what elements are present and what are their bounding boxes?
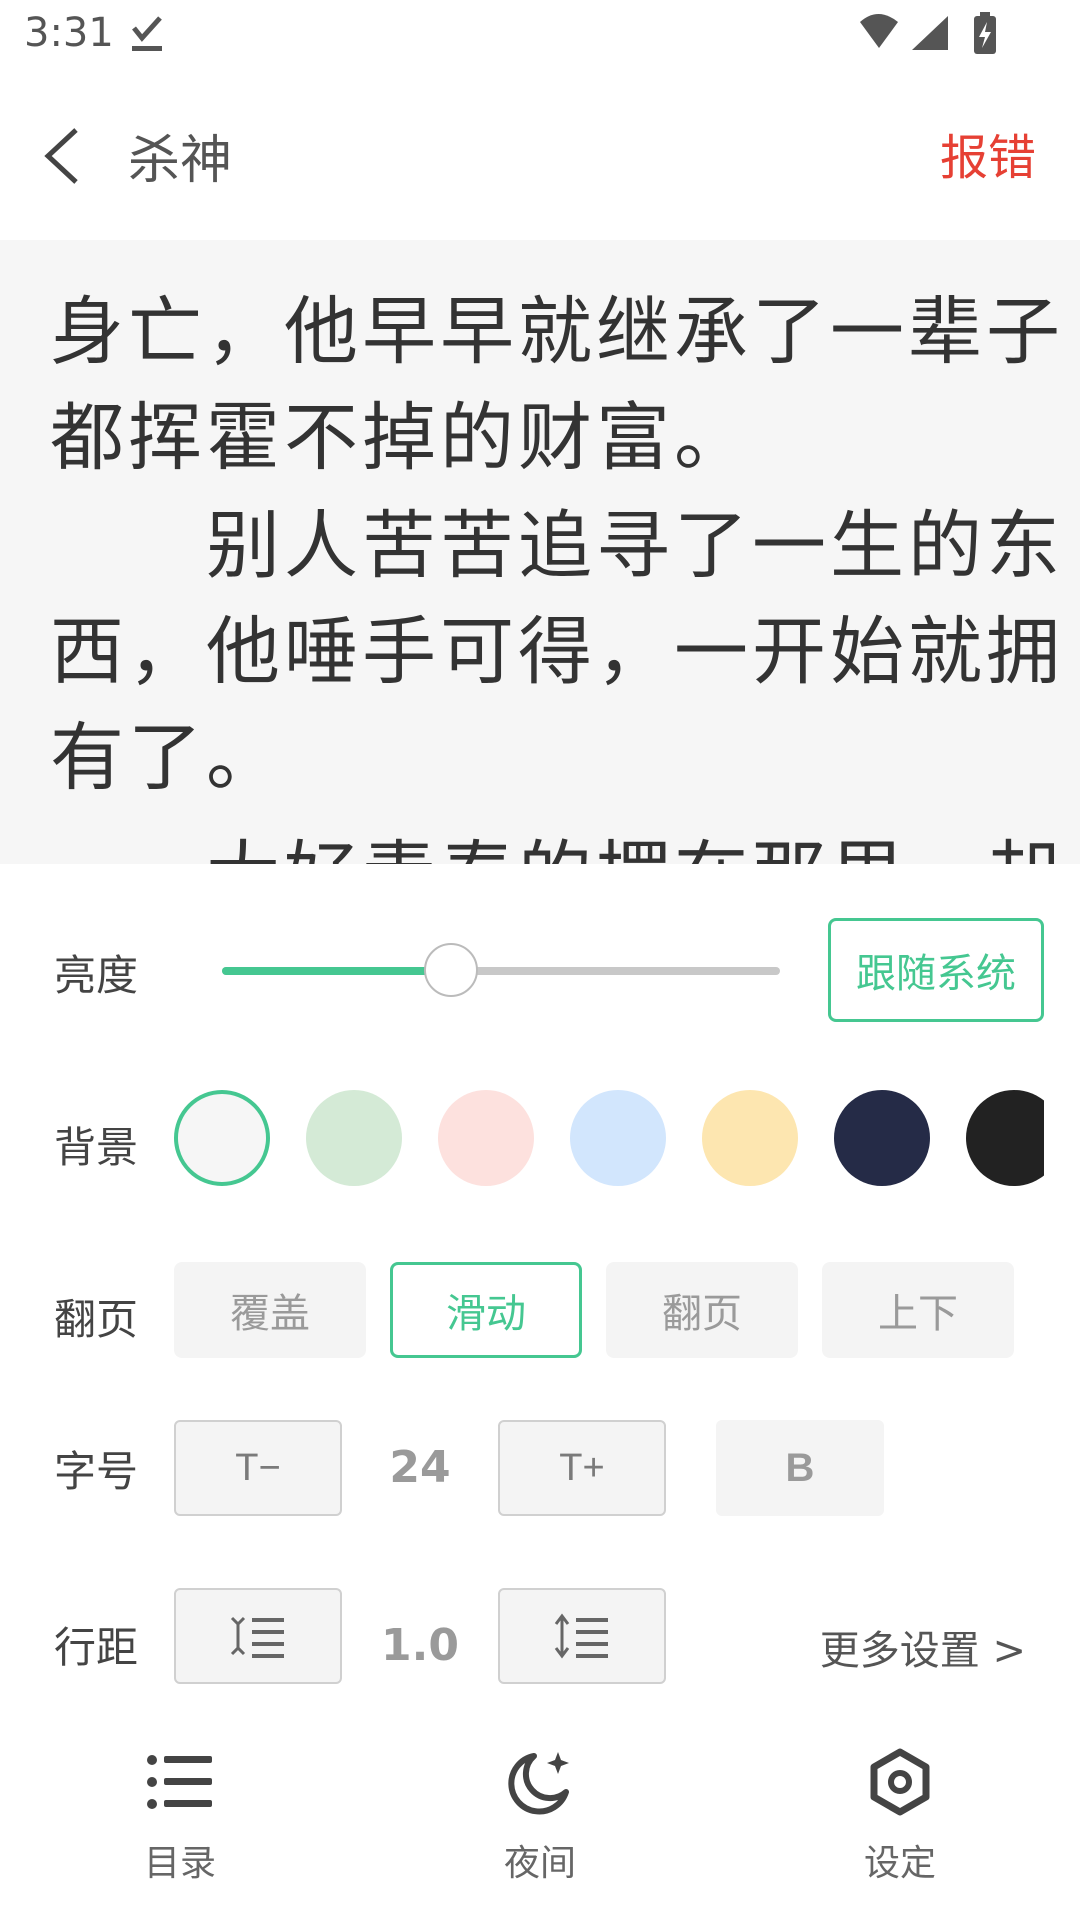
- background-swatch-2[interactable]: [438, 1090, 534, 1186]
- background-swatch-3[interactable]: [570, 1090, 666, 1186]
- reading-content[interactable]: 身亡，他早早就继承了一辈子 都挥霍不掉的财富。 别人苦苦追寻了一生的东 西，他唾…: [0, 240, 1080, 864]
- nav-item-night-mode[interactable]: 夜间: [440, 1736, 640, 1920]
- app-header: 杀神 报错: [0, 74, 1080, 240]
- signal-icon: [912, 16, 948, 50]
- background-swatch-1[interactable]: [306, 1090, 402, 1186]
- list-icon: [147, 1755, 212, 1809]
- page-turn-label: 翻页: [54, 1295, 139, 1344]
- moon-icon: [508, 1752, 569, 1815]
- nav-item-settings[interactable]: 设定: [800, 1736, 1000, 1920]
- brightness-slider-thumb[interactable]: [423, 943, 478, 997]
- bold-toggle-button[interactable]: B: [716, 1420, 884, 1516]
- line-spacing-label: 行距: [54, 1623, 139, 1672]
- line-spacing-increase-button[interactable]: [498, 1588, 666, 1684]
- page-turn-option-1[interactable]: 滑动: [390, 1262, 582, 1358]
- line-spacing-increase-icon: [554, 1613, 608, 1659]
- status-time: 3:31: [24, 10, 114, 56]
- nav-label: 目录: [143, 1843, 216, 1884]
- back-arrow-icon[interactable]: [40, 124, 84, 188]
- background-swatch-4[interactable]: [702, 1090, 798, 1186]
- bottom-navigation: 目录 夜间 设定: [0, 1736, 1080, 1920]
- page-turn-option-0[interactable]: 覆盖: [174, 1262, 366, 1358]
- system-status-icons: [860, 12, 996, 54]
- wifi-icon: [860, 14, 898, 48]
- page-turn-option-2[interactable]: 翻页: [606, 1262, 798, 1358]
- report-error-button[interactable]: 报错: [940, 118, 1036, 188]
- line-spacing-decrease-icon: [230, 1616, 284, 1658]
- font-size-label: 字号: [54, 1447, 139, 1496]
- follow-system-button[interactable]: 跟随系统: [828, 918, 1044, 1022]
- status-bar: 3:31: [0, 0, 1080, 74]
- nav-label: 夜间: [503, 1843, 576, 1884]
- reader-settings-panel: 亮度 跟随系统 背景 翻页 覆盖 滑动 翻页 上下 字号 T− 24 T+ B 行距 …: [0, 864, 1080, 1920]
- background-swatches: [174, 1088, 1044, 1188]
- font-size-decrease-button[interactable]: T−: [174, 1420, 342, 1516]
- nav-item-catalog[interactable]: 目录: [80, 1736, 280, 1920]
- gear-icon: [870, 1748, 930, 1816]
- font-size-value: 24: [389, 1442, 451, 1493]
- background-swatch-5[interactable]: [834, 1090, 930, 1186]
- reading-line: 身亡，他早早就继承了一辈子: [50, 289, 1064, 375]
- background-label: 背景: [54, 1123, 139, 1172]
- background-swatch-6[interactable]: [966, 1090, 1044, 1186]
- reading-line: 有了。: [50, 715, 284, 801]
- reading-line: 大好青春的摆在那里，却: [50, 816, 1060, 864]
- reading-line: 别人苦苦追寻了一生的东: [50, 503, 1064, 589]
- reading-line: 西，他唾手可得，一开始就拥: [50, 609, 1064, 695]
- more-settings-link[interactable]: 更多设置 >: [820, 1618, 1026, 1676]
- brightness-label: 亮度: [54, 951, 139, 1000]
- line-spacing-decrease-button[interactable]: [174, 1588, 342, 1684]
- background-swatch-0[interactable]: [174, 1090, 270, 1186]
- page-turn-option-3[interactable]: 上下: [822, 1262, 1014, 1358]
- download-done-icon: [132, 16, 162, 51]
- book-title: 杀神: [128, 131, 233, 191]
- font-size-increase-button[interactable]: T+: [498, 1420, 666, 1516]
- nav-label: 设定: [863, 1843, 936, 1884]
- brightness-slider-fill: [222, 967, 451, 975]
- brightness-slider[interactable]: [222, 943, 780, 997]
- line-spacing-value: 1.0: [381, 1620, 459, 1671]
- reading-line: 都挥霍不掉的财富。: [50, 395, 752, 481]
